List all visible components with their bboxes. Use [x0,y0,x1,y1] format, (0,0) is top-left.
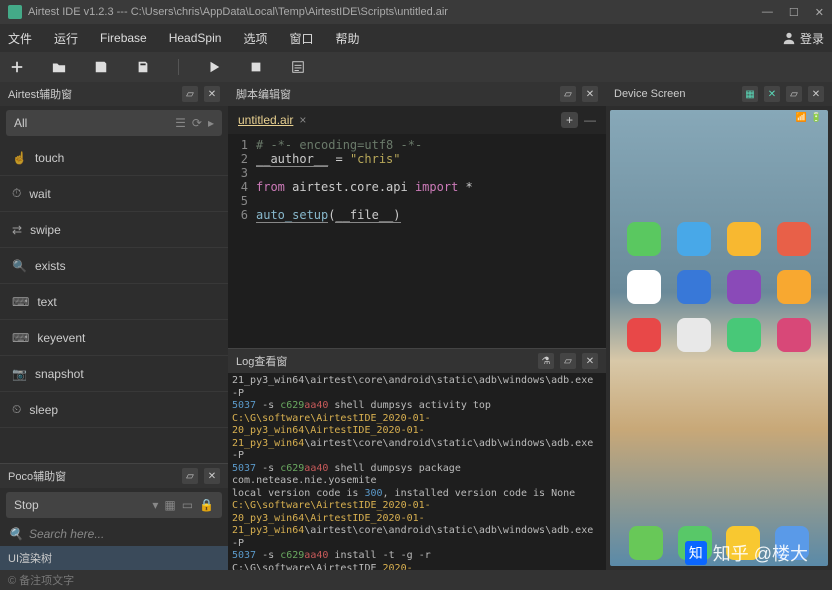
editor-panel-header: 脚本编辑窗 ▱✕ [228,82,606,106]
search-icon: 🔍 [8,527,23,541]
device-panel-header: Device Screen ▦✕▱✕ [606,82,832,106]
app-icon-1[interactable] [677,222,711,256]
text-icon: ⌨ [12,295,29,309]
new-icon[interactable] [10,60,24,74]
airtest-item-swipe[interactable]: ⇄swipe [0,212,228,248]
app-icon-3[interactable] [777,222,811,256]
menu-window[interactable]: 窗口 [289,30,313,47]
app-icon-8[interactable] [627,318,661,352]
poco-search[interactable]: 🔍 Search here... [0,522,228,546]
keyevent-icon: ⌨ [12,331,29,345]
editor-tab-bar: untitled.air × + — [228,106,606,134]
panel-float-icon[interactable]: ▱ [182,468,198,484]
airtest-item-exists[interactable]: 🔍exists [0,248,228,284]
device-tool2-icon[interactable]: ✕ [764,86,780,102]
maximize-button[interactable]: ☐ [789,6,799,19]
panel-float-icon[interactable]: ▱ [560,353,576,369]
panel-close-icon[interactable]: ✕ [582,86,598,102]
menu-options[interactable]: 选项 [243,30,267,47]
user-icon [782,31,796,45]
airtest-item-snapshot[interactable]: 📷snapshot [0,356,228,392]
refresh-icon[interactable]: ⟳ [192,116,202,130]
login-button[interactable]: 登录 [782,30,824,47]
app-icon-6[interactable] [727,270,761,304]
log-output[interactable]: 21_py3_win64\airtest\core\android\static… [228,373,606,570]
menu-headspin[interactable]: HeadSpin [169,31,222,45]
sleep-icon: ⏲ [12,402,21,417]
minimize-button[interactable]: — [762,6,773,19]
airtest-mode-selector[interactable]: All ☰⟳▸ [6,110,222,136]
tab-more-icon[interactable]: — [584,113,596,127]
panel-float-icon[interactable]: ▱ [786,86,802,102]
tab-untitled[interactable]: untitled.air [238,113,293,127]
stop-icon[interactable] [249,60,263,74]
panel-close-icon[interactable]: ✕ [204,468,220,484]
code-editor[interactable]: 1# -*- encoding=utf8 -*-2__author__ = "c… [228,134,606,348]
device-tool1-icon[interactable]: ▦ [742,86,758,102]
poco-panel-header: Poco辅助窗 ▱✕ [0,464,228,488]
log-panel-header: Log查看窗 ⚗▱✕ [228,349,606,373]
device-screen[interactable]: 📶🔋 [610,110,828,566]
touch-icon: ☝ [12,151,27,165]
app-icon-10[interactable] [727,318,761,352]
exists-icon: 🔍 [12,259,27,273]
app-icon-5[interactable] [677,270,711,304]
export-icon[interactable] [136,60,150,74]
panel-close-icon[interactable]: ✕ [582,353,598,369]
device-status-bar: 📶🔋 [616,112,822,123]
app-icon-9[interactable] [677,318,711,352]
panel-close-icon[interactable]: ✕ [808,86,824,102]
open-icon[interactable] [52,60,66,74]
airtest-item-wait[interactable]: ⏱wait [0,176,228,212]
app-icon [8,5,22,19]
poco-mode-selector[interactable]: Stop ▾▦▭🔒 [6,492,222,518]
app-icon-0[interactable] [627,222,661,256]
toolbar [0,52,832,82]
play-icon[interactable] [207,60,221,74]
app-icon-2[interactable] [727,222,761,256]
expand-icon[interactable]: ▸ [208,116,214,130]
menu-run[interactable]: 运行 [54,30,78,47]
menu-firebase[interactable]: Firebase [100,31,147,45]
menu-bar: 文件 运行 Firebase HeadSpin 选项 窗口 帮助 登录 [0,24,832,52]
footer: © 备注项文字 [0,570,832,590]
close-button[interactable]: ✕ [815,6,824,19]
dropdown-icon: ▾ [152,498,158,512]
panel-close-icon[interactable]: ✕ [204,86,220,102]
airtest-panel-header: Airtest辅助窗 ▱✕ [0,82,228,106]
tab-close-icon[interactable]: × [299,113,306,127]
panel-float-icon[interactable]: ▱ [182,86,198,102]
watermark: 知 知乎 @楼大 [685,540,808,566]
app-icon-7[interactable] [777,270,811,304]
snapshot-icon: 📷 [12,367,27,381]
wait-icon: ⏱ [12,186,21,201]
panel-float-icon[interactable]: ▱ [560,86,576,102]
app-icon-11[interactable] [777,318,811,352]
menu-help[interactable]: 帮助 [335,30,359,47]
poco-tree-root[interactable]: UI渲染树 [0,546,228,570]
menu-file[interactable]: 文件 [8,30,32,47]
app-icon-4[interactable] [627,270,661,304]
save-icon[interactable] [94,60,108,74]
airtest-item-sleep[interactable]: ⏲sleep [0,392,228,428]
airtest-item-keyevent[interactable]: ⌨keyevent [0,320,228,356]
filter-icon[interactable]: ⚗ [538,353,554,369]
tab-add-icon[interactable]: + [561,112,578,128]
dropdown-icon: ☰ [175,116,186,130]
dock-icon-0[interactable] [629,526,663,560]
report-icon[interactable] [291,60,305,74]
swipe-icon: ⇄ [12,223,22,237]
airtest-item-text[interactable]: ⌨text [0,284,228,320]
airtest-item-touch[interactable]: ☝touch [0,140,228,176]
title-bar: Airtest IDE v1.2.3 --- C:\Users\chris\Ap… [0,0,832,24]
window-title: Airtest IDE v1.2.3 --- C:\Users\chris\Ap… [28,6,448,18]
